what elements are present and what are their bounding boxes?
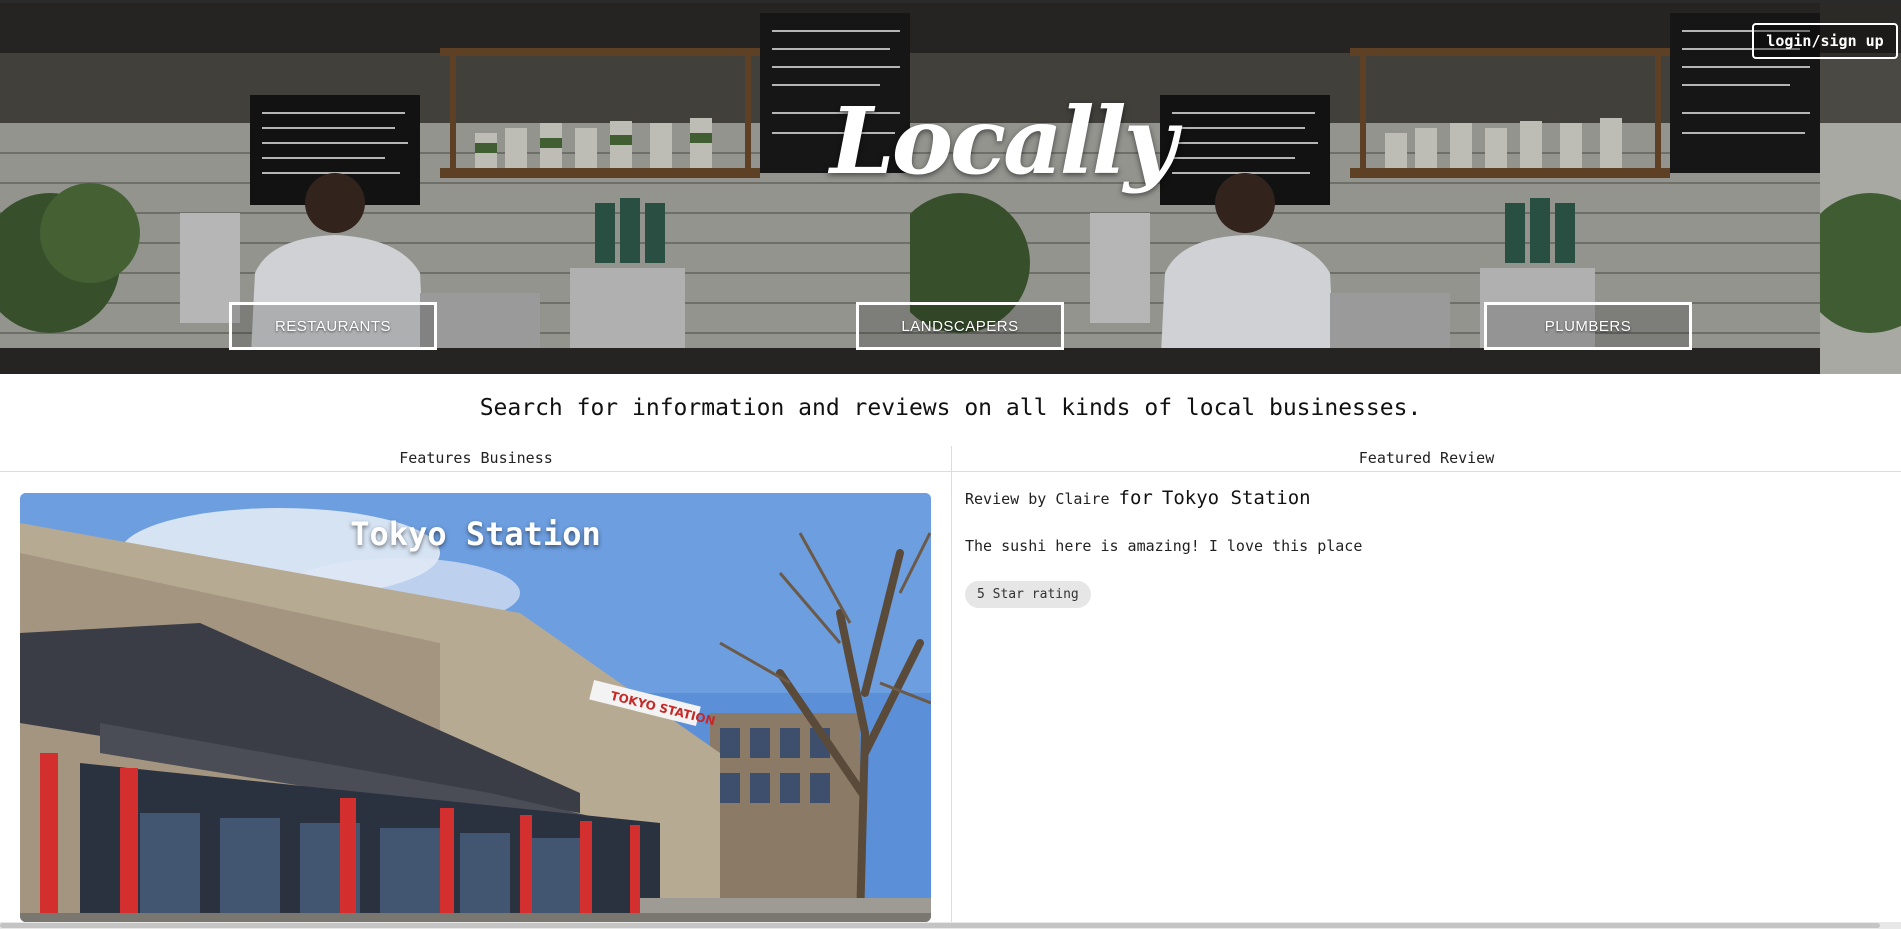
login-signup-button[interactable]: login/sign up [1752, 23, 1898, 59]
column-divider [951, 446, 952, 929]
review-text: The sushi here is amazing! I love this p… [965, 537, 1363, 555]
review-prefix: Review by [965, 490, 1047, 508]
hero-banner: Locally login/sign up RESTAURANTS LANDSC… [0, 3, 1901, 374]
featured-business-card[interactable]: TOKYO STATION Tokyo Station [20, 493, 931, 922]
featured-review: Review by Claire for Tokyo Station The s… [965, 487, 1865, 608]
site-logo[interactable]: Locally [830, 95, 1177, 187]
featured-business-name[interactable]: Tokyo Station [20, 515, 931, 553]
scrollbar-thumb[interactable] [0, 923, 1880, 928]
category-button-plumbers[interactable]: PLUMBERS [1484, 302, 1692, 350]
featured-review-heading: Featured Review [1358, 449, 1495, 467]
business-photo: TOKYO STATION [20, 493, 931, 922]
tagline: Search for information and reviews on al… [479, 395, 1422, 421]
category-button-landscapers[interactable]: LANDSCAPERS [856, 302, 1064, 350]
rating-badge: 5 Star rating [965, 581, 1091, 608]
category-button-restaurants[interactable]: RESTAURANTS [229, 302, 437, 350]
featured-business-heading: Features Business [399, 449, 553, 467]
hero-image [0, 3, 910, 374]
horizontal-scrollbar[interactable] [0, 922, 1901, 929]
review-for-word: for [1118, 487, 1153, 509]
review-business-name[interactable]: Tokyo Station [1162, 487, 1311, 509]
reviewer-name[interactable]: Claire [1055, 490, 1109, 508]
review-header: Review by Claire for Tokyo Station [965, 487, 1865, 509]
